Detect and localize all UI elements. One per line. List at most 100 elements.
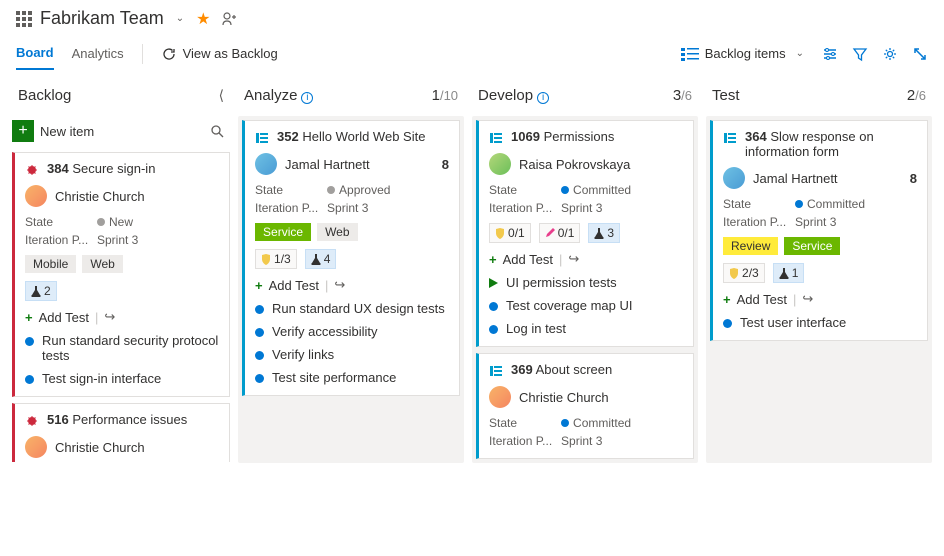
iteration-label: Iteration P... [489, 201, 557, 215]
shield-icon [261, 253, 271, 265]
new-item-button[interactable]: + [12, 120, 34, 142]
avatar [25, 185, 47, 207]
filter-icon[interactable] [852, 46, 868, 62]
card-title: Permissions [544, 129, 615, 144]
test-count-badge[interactable]: 4 [305, 249, 337, 269]
refresh-icon [161, 46, 177, 62]
expand-icon[interactable]: ↪ [334, 277, 345, 293]
state-value: New [109, 215, 133, 229]
tab-analytics[interactable]: Analytics [72, 38, 124, 69]
plus-icon[interactable]: + [489, 252, 497, 267]
bug-icon [25, 414, 39, 428]
test-item[interactable]: Verify accessibility [255, 324, 449, 339]
card-384[interactable]: 384 Secure sign-in Christie Church State… [12, 152, 230, 397]
card-516[interactable]: 516 Performance issues Christie Church [12, 403, 230, 462]
plus-icon[interactable]: + [723, 292, 731, 307]
assignee: Christie Church [519, 390, 609, 405]
column-limit: /6 [915, 88, 926, 103]
state-value: Approved [339, 183, 390, 197]
test-count-badge[interactable]: 2 [25, 281, 57, 301]
view-as-backlog-button[interactable]: View as Backlog [161, 46, 278, 62]
edit-badge[interactable]: 0/1 [539, 223, 581, 243]
tag[interactable]: Web [82, 255, 122, 273]
status-dot-icon [489, 302, 498, 311]
info-icon[interactable]: i [537, 92, 549, 104]
expand-icon[interactable]: ↪ [802, 291, 813, 307]
state-value: Committed [573, 416, 631, 430]
test-item[interactable]: Test site performance [255, 370, 449, 385]
task-badge[interactable]: 0/1 [489, 223, 531, 243]
state-label: State [25, 215, 93, 229]
avatar [723, 167, 745, 189]
expand-icon[interactable]: ↪ [568, 251, 579, 267]
gear-icon[interactable] [882, 46, 898, 62]
card-364[interactable]: 364 Slow response on information form Ja… [710, 120, 928, 341]
iteration-label: Iteration P... [489, 434, 557, 448]
test-item[interactable]: Test sign-in interface [25, 371, 219, 386]
task-badge[interactable]: 1/3 [255, 249, 297, 269]
card-id: 1069 [511, 129, 540, 144]
add-test-button[interactable]: Add Test [737, 292, 787, 307]
card-352[interactable]: 352 Hello World Web Site Jamal Hartnett8… [242, 120, 460, 396]
test-item[interactable]: UI permission tests [489, 275, 683, 290]
search-icon[interactable] [210, 124, 224, 138]
backlog-items-dropdown[interactable]: Backlog items ⌄ [681, 46, 808, 61]
team-name[interactable]: Fabrikam Team [40, 8, 164, 29]
column-count: 2 [907, 87, 915, 104]
state-value: Committed [573, 183, 631, 197]
column-title-analyze: Analyzei [244, 87, 432, 104]
test-item[interactable]: Run standard UX design tests [255, 301, 449, 316]
fullscreen-icon[interactable] [912, 46, 928, 62]
play-icon [489, 278, 498, 288]
state-value: Committed [807, 197, 865, 211]
tag[interactable]: Mobile [25, 255, 76, 273]
pbi-icon [489, 131, 503, 145]
add-test-button[interactable]: Add Test [503, 252, 553, 267]
status-dot-icon [25, 337, 34, 346]
shield-icon [495, 227, 505, 239]
add-test-button[interactable]: Add Test [39, 310, 89, 325]
effort: 8 [442, 157, 449, 172]
test-item[interactable]: Test coverage map UI [489, 298, 683, 313]
flask-icon [779, 267, 789, 279]
status-dot-icon [255, 351, 264, 360]
plus-icon[interactable]: + [255, 278, 263, 293]
test-item[interactable]: Verify links [255, 347, 449, 362]
info-icon[interactable]: i [301, 92, 313, 104]
new-item-label[interactable]: New item [40, 124, 94, 139]
iteration-label: Iteration P... [25, 233, 93, 247]
avatar [255, 153, 277, 175]
iteration-value: Sprint 3 [795, 215, 836, 229]
assignee: Jamal Hartnett [285, 157, 370, 172]
card-1069[interactable]: 1069 Permissions Raisa Pokrovskaya State… [476, 120, 694, 347]
test-item[interactable]: Run standard security protocol tests [25, 333, 219, 363]
state-label: State [723, 197, 791, 211]
task-badge[interactable]: 2/3 [723, 263, 765, 283]
card-369[interactable]: 369 About screen Christie Church State C… [476, 353, 694, 459]
add-test-button[interactable]: Add Test [269, 278, 319, 293]
card-id: 352 [277, 129, 299, 144]
tab-board[interactable]: Board [16, 37, 54, 70]
test-item[interactable]: Log in test [489, 321, 683, 336]
expand-icon[interactable]: ↪ [104, 309, 115, 325]
iteration-value: Sprint 3 [561, 434, 602, 448]
team-dropdown-icon[interactable]: ⌄ [172, 13, 188, 24]
tag[interactable]: Service [784, 237, 840, 255]
favorite-star-icon[interactable]: ★ [196, 9, 210, 29]
status-dot-icon [255, 328, 264, 337]
collapse-icon[interactable]: ⟨ [219, 87, 224, 104]
column-limit: /6 [681, 88, 692, 103]
test-item[interactable]: Test user interface [723, 315, 917, 330]
team-grid-icon [16, 11, 32, 27]
column-limit: /10 [440, 88, 458, 103]
plus-icon[interactable]: + [25, 310, 33, 325]
test-count-badge[interactable]: 3 [588, 223, 620, 243]
state-label: State [489, 183, 557, 197]
settings-sliders-icon[interactable] [822, 46, 838, 62]
tag[interactable]: Review [723, 237, 778, 255]
team-members-icon[interactable] [222, 12, 240, 26]
tag[interactable]: Web [317, 223, 357, 241]
tag[interactable]: Service [255, 223, 311, 241]
pbi-icon [255, 131, 269, 145]
test-count-badge[interactable]: 1 [773, 263, 805, 283]
